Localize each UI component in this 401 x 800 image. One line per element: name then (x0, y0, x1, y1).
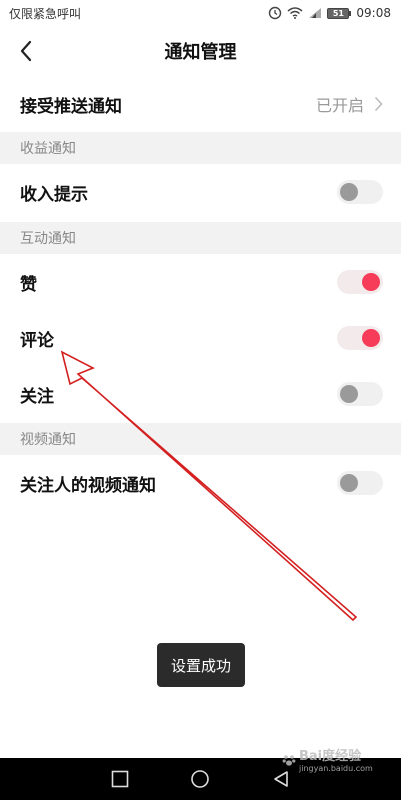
toast-message: 设置成功 (157, 643, 245, 687)
like-label: 赞 (20, 274, 37, 295)
comment-label: 评论 (20, 330, 54, 351)
like-row: 赞 (0, 254, 401, 310)
status-icons: 51 09:08 (268, 6, 391, 20)
income-tip-toggle[interactable] (337, 180, 383, 204)
system-nav-bar (0, 758, 401, 800)
follow-label: 关注 (20, 386, 54, 407)
comment-toggle[interactable] (337, 326, 383, 350)
follow-video-label: 关注人的视频通知 (20, 475, 156, 496)
section-header-income: 收益通知 (0, 132, 401, 164)
clock-text: 09:08 (356, 6, 391, 20)
nav-header: 通知管理 (0, 26, 401, 76)
alarm-icon (268, 6, 282, 20)
status-bar: 仅限紧急呼叫 51 09:08 (0, 0, 401, 26)
follow-video-row: 关注人的视频通知 (0, 455, 401, 511)
triangle-back-icon (274, 771, 288, 787)
recent-apps-button[interactable] (111, 770, 129, 788)
follow-row: 关注 (0, 366, 401, 422)
section-header-interaction: 互动通知 (0, 222, 401, 254)
back-nav-button[interactable] (272, 770, 290, 788)
carrier-text: 仅限紧急呼叫 (9, 6, 82, 21)
push-status-value: 已开启 (315, 96, 364, 115)
battery-icon: 51 (327, 7, 352, 19)
follow-video-toggle[interactable] (337, 471, 383, 495)
income-tip-label: 收入提示 (20, 184, 88, 205)
square-icon (111, 770, 129, 788)
push-notification-row[interactable]: 接受推送通知 已开启 (0, 78, 401, 130)
like-toggle[interactable] (337, 270, 383, 294)
circle-icon (191, 770, 210, 788)
page-title: 通知管理 (164, 42, 237, 63)
push-notification-label: 接受推送通知 (20, 96, 122, 117)
chevron-left-icon (20, 40, 32, 62)
follow-toggle[interactable] (337, 382, 383, 406)
chevron-right-icon (374, 96, 383, 112)
battery-level: 51 (327, 7, 350, 19)
home-button[interactable] (190, 769, 210, 789)
comment-row: 评论 (0, 310, 401, 366)
wifi-icon (287, 7, 303, 19)
income-tip-row: 收入提示 (0, 164, 401, 220)
signal-icon (308, 7, 322, 19)
back-button[interactable] (14, 38, 38, 64)
section-header-video: 视频通知 (0, 423, 401, 455)
